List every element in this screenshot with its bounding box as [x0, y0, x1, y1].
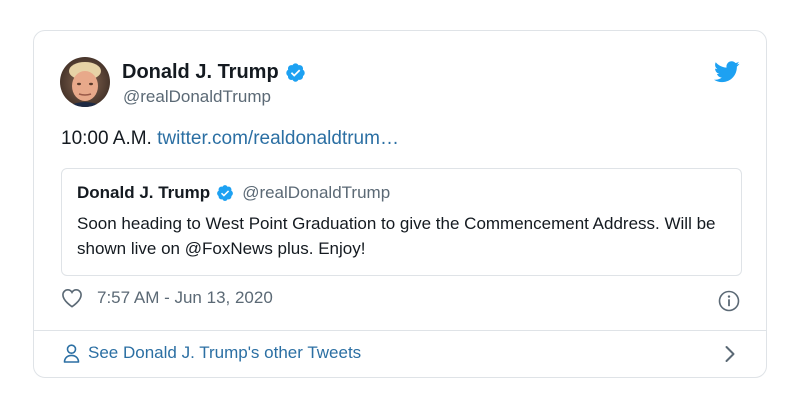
quoted-tweet-header: Donald J. Trump @realDonaldTrump [77, 183, 390, 203]
tweet-link[interactable]: twitter.com/realdonaldtrum… [157, 128, 399, 149]
embedded-tweet-card: Donald J. Trump @realDonaldTrump 10:00 A… [33, 30, 767, 378]
twitter-bird-icon[interactable] [714, 61, 740, 83]
tweet-meta: 7:57 AM - Jun 13, 2020 [61, 288, 273, 308]
see-other-tweets-label[interactable]: See Donald J. Trump's other Tweets [88, 343, 361, 363]
quoted-tweet-text: Soon heading to West Point Graduation to… [77, 214, 716, 258]
author-name-line[interactable]: Donald J. Trump [122, 61, 306, 84]
chevron-right-icon[interactable] [724, 345, 736, 363]
author-handle[interactable]: @realDonaldTrump [123, 87, 271, 107]
author-name[interactable]: Donald J. Trump [122, 61, 279, 84]
quoted-author-name: Donald J. Trump [77, 183, 211, 202]
quoted-tweet[interactable]: Donald J. Trump @realDonaldTrump Soon he… [61, 168, 742, 276]
tweet-text: 10:00 A.M. twitter.com/realdonaldtrum… [61, 128, 399, 150]
avatar[interactable] [60, 57, 110, 107]
divider [34, 330, 766, 331]
verified-badge-icon [285, 62, 306, 83]
tweet-timestamp[interactable]: 7:57 AM - Jun 13, 2020 [97, 288, 273, 308]
info-icon[interactable] [718, 290, 740, 312]
verified-badge-icon [216, 184, 234, 202]
see-other-tweets-link[interactable]: See Donald J. Trump's other Tweets [63, 343, 361, 363]
quoted-author-handle: @realDonaldTrump [242, 183, 391, 202]
tweet-prefix: 10:00 A.M. [61, 128, 152, 149]
person-icon [63, 343, 80, 363]
heart-icon[interactable] [61, 288, 83, 308]
